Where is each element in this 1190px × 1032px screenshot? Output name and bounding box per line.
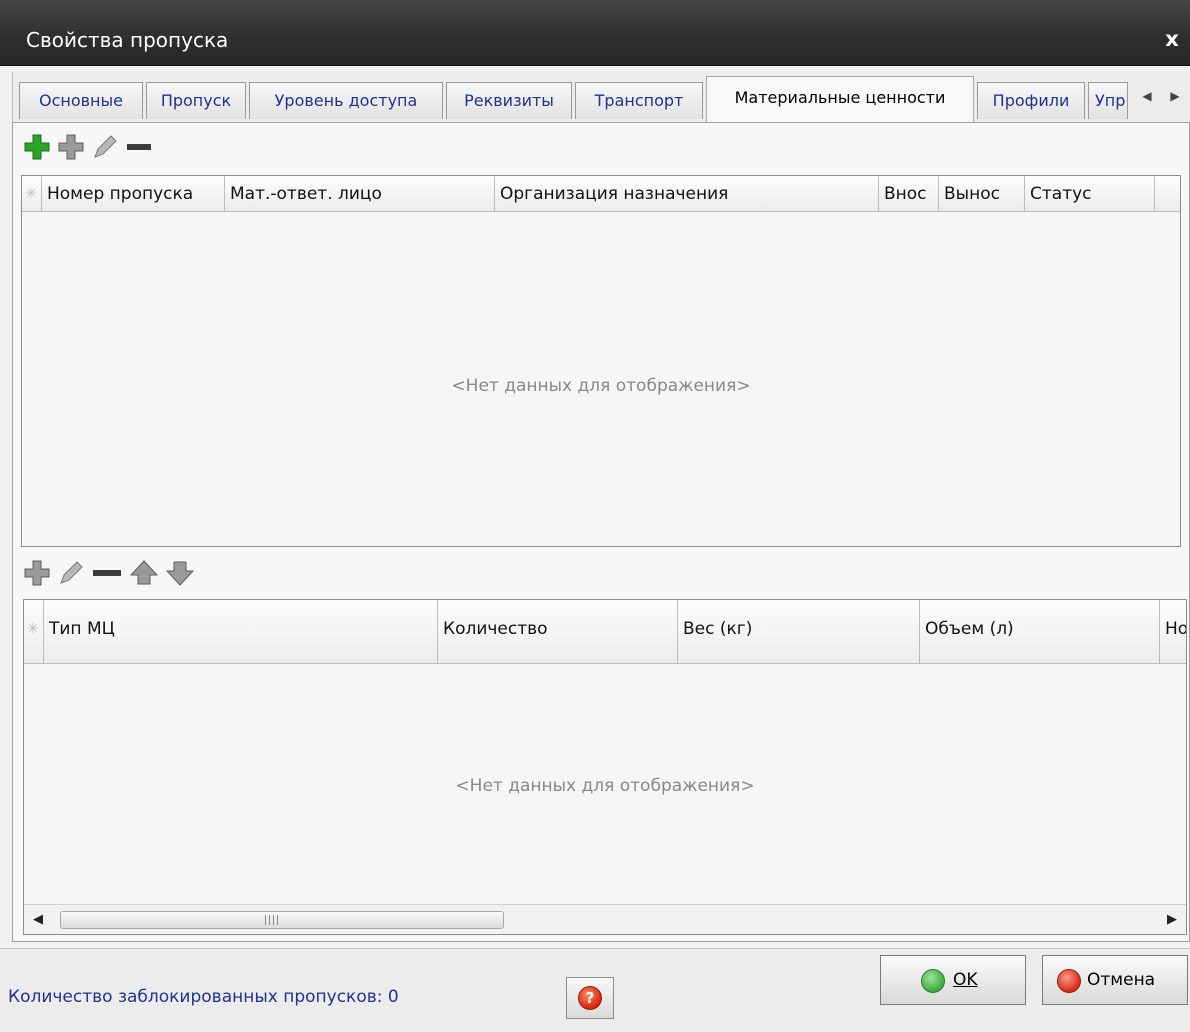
dialog-title: Свойства пропуска [26,28,229,52]
edit-pencil-icon[interactable] [55,555,87,593]
tab-access-level[interactable]: Уровень доступа [249,82,443,119]
scroll-grip-icon [265,915,281,925]
add-gray-icon[interactable] [21,555,53,593]
cancel-icon [1057,969,1081,993]
properties-dialog: Свойства пропуска x Основные Пропуск Уро… [0,0,1190,1032]
column-responsible-person[interactable]: Мат.-ответ. лицо [225,176,495,211]
horizontal-scrollbar[interactable]: ◀ ▶ [24,904,1186,934]
help-icon: ? [578,986,602,1010]
scroll-right-icon[interactable]: ▶ [1158,905,1186,935]
scroll-left-icon[interactable]: ◀ [24,905,52,935]
tab-profiles[interactable]: Профили [977,82,1085,119]
column-destination-org[interactable]: Организация назначения [495,176,879,211]
cancel-button[interactable]: Отмена [1042,955,1188,1005]
new-row-star-icon: ✳ [24,600,44,663]
passes-grid-empty-text: <Нет данных для отображения> [451,376,751,396]
column-quantity[interactable]: Количество [438,600,678,663]
new-row-star-icon: ✳ [22,176,42,211]
tab-osnovnye[interactable]: Основные [19,82,143,119]
title-bar: Свойства пропуска x [0,0,1190,66]
tab-propusk[interactable]: Пропуск [146,82,246,119]
passes-grid: ✳ Номер пропуска Мат.-ответ. лицо Органи… [21,175,1181,547]
passes-grid-header: ✳ Номер пропуска Мат.-ответ. лицо Органи… [22,176,1180,212]
column-weight[interactable]: Вес (кг) [678,600,920,663]
scroll-thumb[interactable] [60,911,504,929]
material-values-grid: ✳ Тип МЦ Количество Вес (кг) Объем (л) Н… [23,599,1187,935]
tab-requisites[interactable]: Реквизиты [446,82,572,119]
tab-scroll-left-icon[interactable]: ◀ [1139,86,1155,106]
dialog-footer: Количество заблокированных пропусков: 0 … [0,948,1190,1032]
add-green-icon[interactable] [21,129,53,167]
column-out[interactable]: Вынос [939,176,1025,211]
column-mc-type[interactable]: Тип МЦ [44,600,438,663]
tab-upr[interactable]: Упр [1088,82,1128,119]
move-down-icon[interactable] [163,555,195,593]
top-toolbar [21,129,221,169]
material-values-grid-empty-text: <Нет данных для отображения> [455,776,755,796]
column-no[interactable]: Но [1160,600,1186,663]
cancel-label: Отмена [1087,970,1156,990]
ok-label: OK [953,970,978,990]
column-volume[interactable]: Объем (л) [920,600,1160,663]
column-status[interactable]: Статус [1025,176,1155,211]
remove-minus-icon[interactable] [123,129,155,167]
column-pass-number[interactable]: Номер пропуска [42,176,225,211]
ok-button[interactable]: OK [880,955,1026,1005]
close-button[interactable]: x [1158,24,1186,54]
tab-scroll-right-icon[interactable]: ▶ [1167,86,1183,106]
material-values-grid-header: ✳ Тип МЦ Количество Вес (кг) Объем (л) Н… [24,600,1186,664]
bottom-toolbar [21,555,261,595]
tab-strip: Основные Пропуск Уровень доступа Реквизи… [12,72,1190,124]
tab-transport[interactable]: Транспорт [575,82,703,119]
blocked-passes-count: Количество заблокированных пропусков: 0 [8,987,399,1007]
add-gray-icon[interactable] [55,129,87,167]
ok-check-icon [921,969,945,993]
edit-pencil-icon[interactable] [89,129,121,167]
column-in[interactable]: Внос [879,176,939,211]
tab-material-values[interactable]: Материальные ценности [706,76,974,122]
move-up-icon[interactable] [127,555,159,593]
help-button[interactable]: ? [566,977,614,1019]
tab-page-material-values: ✳ Номер пропуска Мат.-ответ. лицо Органи… [12,122,1190,942]
remove-minus-icon[interactable] [89,555,121,593]
